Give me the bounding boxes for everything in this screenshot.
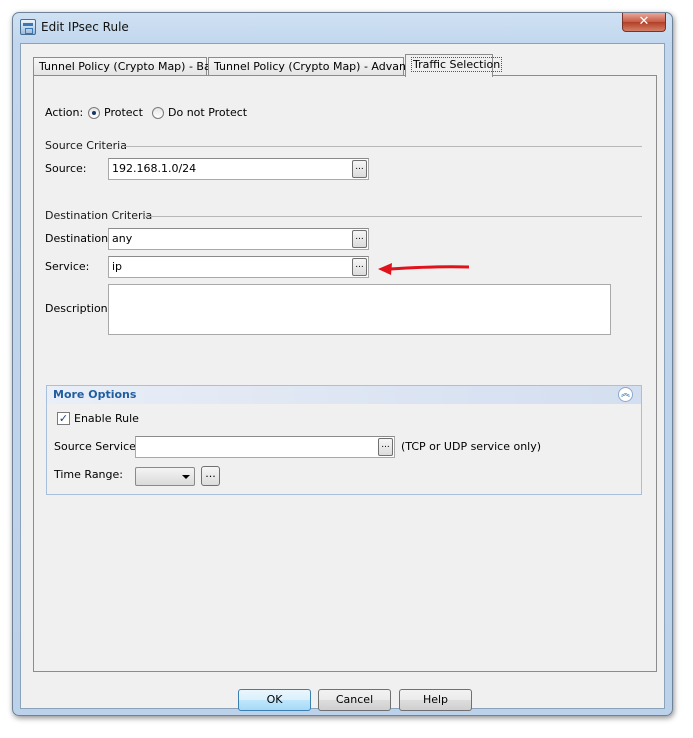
edit-ipsec-rule-dialog: Edit IPsec Rule ✕ Tunnel Policy (Crypto … (12, 12, 673, 716)
enable-rule-checkbox[interactable]: ✓ (57, 412, 70, 425)
time-range-label: Time Range: (54, 468, 123, 481)
service-label: Service: (45, 260, 90, 273)
destination-browse-button[interactable]: ... (352, 230, 367, 248)
traffic-selection-panel: Action: Protect Do not Protect Source Cr… (33, 75, 657, 672)
source-service-label: Source Service: (54, 440, 140, 453)
description-label: Description: (45, 302, 112, 315)
protect-label: Protect (104, 106, 143, 119)
service-field[interactable]: ip (108, 256, 369, 278)
tab-tunnel-policy-basic[interactable]: Tunnel Policy (Crypto Map) - Basic (33, 57, 226, 76)
destination-field[interactable]: any (108, 228, 369, 250)
description-textarea[interactable] (108, 284, 611, 335)
close-button[interactable]: ✕ (622, 13, 666, 32)
tab-traffic-selection[interactable]: Traffic Selection (405, 54, 503, 77)
service-browse-button[interactable]: ... (352, 258, 367, 276)
source-criteria-divider (124, 146, 642, 147)
ok-button[interactable]: OK (238, 689, 311, 711)
tab-label: Tunnel Policy (Crypto Map) - Advanced (214, 60, 426, 73)
time-range-select[interactable] (135, 467, 195, 486)
window-title: Edit IPsec Rule (41, 20, 129, 34)
tab-label: Traffic Selection (411, 57, 503, 72)
title-bar[interactable]: Edit IPsec Rule ✕ (13, 13, 672, 43)
time-range-browse-button[interactable]: ... (201, 466, 220, 486)
app-icon (20, 19, 36, 35)
tab-label: Tunnel Policy (Crypto Map) - Basic (39, 60, 226, 73)
source-field[interactable]: 192.168.1.0/24 (108, 158, 369, 180)
dialog-content: Tunnel Policy (Crypto Map) - Basic Tunne… (20, 43, 665, 711)
source-label: Source: (45, 162, 87, 175)
destination-label: Destination: (45, 232, 112, 245)
enable-rule-label: Enable Rule (74, 412, 139, 425)
collapse-chevron-icon[interactable]: ︽ (618, 387, 633, 402)
more-options-panel: More Options ︽ ✓ Enable Rule Source Serv… (46, 385, 642, 495)
source-criteria-heading: Source Criteria (45, 139, 127, 152)
source-service-hint: (TCP or UDP service only) (401, 440, 542, 453)
help-button[interactable]: Help (399, 689, 472, 711)
source-service-browse-button[interactable]: ... (378, 438, 393, 456)
protect-radio[interactable] (88, 107, 100, 119)
more-options-title: More Options (53, 388, 137, 401)
do-not-protect-radio[interactable] (152, 107, 164, 119)
do-not-protect-label: Do not Protect (168, 106, 248, 119)
chevron-down-icon (182, 475, 190, 479)
cancel-button[interactable]: Cancel (318, 689, 391, 711)
action-label: Action: (45, 106, 84, 119)
source-browse-button[interactable]: ... (352, 160, 367, 178)
source-service-field[interactable] (135, 436, 395, 458)
destination-criteria-divider (144, 216, 642, 217)
tab-tunnel-policy-advanced[interactable]: Tunnel Policy (Crypto Map) - Advanced (208, 57, 426, 76)
more-options-header[interactable]: More Options ︽ (47, 386, 641, 404)
destination-criteria-heading: Destination Criteria (45, 209, 153, 222)
annotation-arrow-icon (378, 263, 470, 275)
